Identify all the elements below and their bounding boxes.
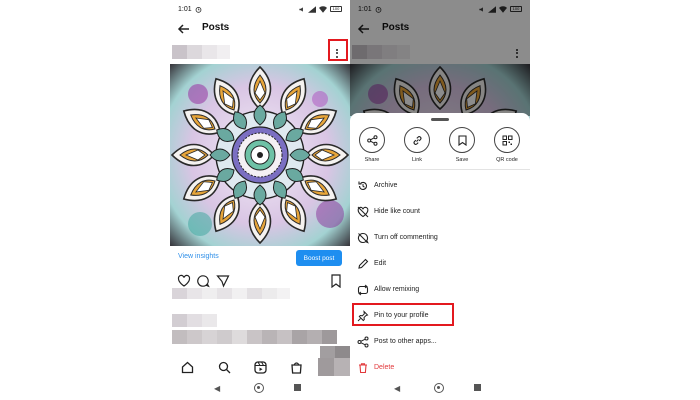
trash-icon: [359, 363, 367, 374]
pin-option-highlight: [352, 303, 454, 326]
qr-code-label: QR code: [496, 157, 518, 163]
save-label: Save: [455, 157, 469, 163]
menu-item-hide-like-count[interactable]: Hide like count: [350, 201, 530, 223]
menu-item-label: Post to other apps...: [374, 338, 437, 345]
signal-icon: [308, 5, 316, 13]
remix-icon: [357, 284, 369, 296]
profile-avatar[interactable]: [318, 358, 350, 376]
menu-item-post-to-other-apps[interactable]: Post to other apps...: [350, 331, 530, 353]
qr-code-icon: [494, 127, 520, 153]
comment-icon[interactable]: [196, 274, 210, 288]
boost-post-button[interactable]: Boost post: [296, 250, 342, 266]
menu-item-label: Edit: [374, 260, 387, 267]
bottom-navigation: [170, 358, 350, 378]
archive-icon: [358, 181, 367, 190]
post-screen: 1:01 100 Posts View insights Boost post …: [170, 0, 350, 400]
reels-icon[interactable]: [254, 361, 267, 374]
mandala-artwork: [170, 64, 350, 246]
menu-item-allow-remixing[interactable]: Allow remixing: [350, 279, 530, 301]
system-home-icon[interactable]: [434, 383, 444, 393]
wifi-icon: [319, 5, 327, 13]
menu-item-label: Delete: [374, 364, 395, 371]
post-header: [170, 44, 350, 62]
menu-item-label: Turn off commenting: [374, 234, 438, 241]
system-navigation-bar: ◀: [170, 380, 350, 396]
home-icon[interactable]: [181, 361, 194, 374]
divider: [350, 169, 530, 170]
post-options-sheet: Share Link Save QR code Archive Hide lik…: [350, 113, 530, 379]
send-icon[interactable]: [216, 274, 230, 288]
share-label: Share: [364, 157, 380, 163]
likes-caption-placeholder: [170, 288, 350, 358]
link-icon: [404, 127, 430, 153]
post-image[interactable]: [170, 64, 350, 246]
system-back-icon[interactable]: ◀: [214, 384, 220, 393]
avatar[interactable]: [172, 45, 230, 59]
mute-icon: [299, 6, 303, 12]
overlay-scrim[interactable]: [350, 0, 530, 116]
alarm-icon: [195, 6, 201, 13]
top-bar: Posts: [170, 20, 350, 38]
more-options-highlight: [328, 39, 348, 61]
menu-item-delete[interactable]: Delete: [350, 357, 530, 379]
shop-icon[interactable]: [290, 361, 303, 374]
insights-row: View insights Boost post: [170, 249, 350, 267]
back-arrow-icon[interactable]: [177, 22, 191, 36]
edit-icon: [358, 258, 369, 269]
share-apps-icon: [357, 336, 369, 348]
status-time: 1:01: [178, 5, 192, 13]
menu-item-label: Allow remixing: [374, 286, 420, 293]
system-recents-icon[interactable]: [474, 384, 481, 391]
hide-like-icon: [357, 206, 369, 218]
search-icon[interactable]: [218, 361, 231, 374]
options-sheet-screen: 1:01 100 Posts Share Link Save QR code A…: [350, 0, 530, 400]
menu-item-turn-off-commenting[interactable]: Turn off commenting: [350, 227, 530, 249]
menu-item-archive[interactable]: Archive: [350, 175, 530, 197]
heart-icon[interactable]: [177, 274, 191, 288]
link-label: Link: [411, 157, 423, 163]
system-back-icon[interactable]: ◀: [394, 384, 400, 393]
comment-off-icon: [357, 232, 369, 244]
system-recents-icon[interactable]: [294, 384, 301, 391]
battery-icon: 100: [330, 6, 342, 12]
bookmark-icon: [449, 127, 475, 153]
bookmark-icon[interactable]: [330, 274, 342, 288]
menu-item-label: Archive: [374, 182, 398, 189]
share-icon: [359, 127, 385, 153]
system-navigation-bar: ◀: [350, 380, 530, 396]
system-home-icon[interactable]: [254, 383, 264, 393]
share-actions-row: Share Link Save QR code: [350, 127, 530, 179]
menu-item-edit[interactable]: Edit: [350, 253, 530, 275]
menu-item-label: Hide like count: [374, 208, 420, 215]
view-insights-link[interactable]: View insights: [178, 253, 219, 260]
sheet-drag-handle[interactable]: [431, 118, 449, 121]
page-title: Posts: [202, 22, 230, 33]
status-bar: 1:01 100: [170, 0, 350, 18]
